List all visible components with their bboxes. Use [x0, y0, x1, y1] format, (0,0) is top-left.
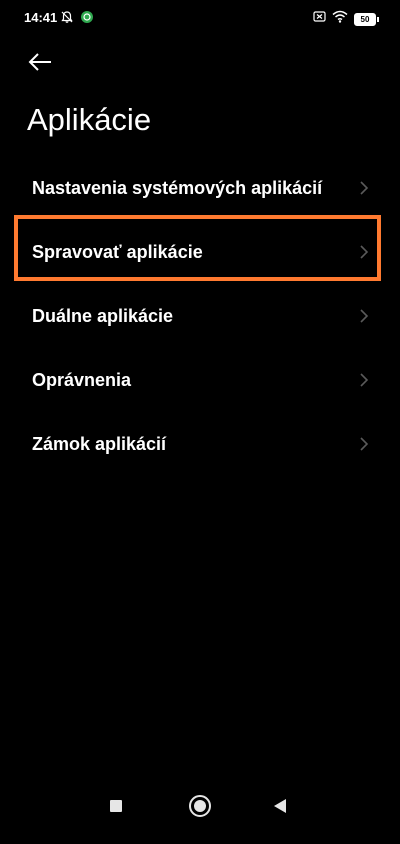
vpn-icon: [80, 10, 94, 29]
status-bar: 14:41 50: [0, 0, 400, 36]
chevron-right-icon: [358, 308, 370, 324]
chevron-right-icon: [358, 372, 370, 388]
back-button[interactable]: [28, 48, 60, 80]
status-time: 14:41: [24, 10, 58, 25]
menu-item-system-app-settings[interactable]: Nastavenia systémových aplikácií: [0, 156, 400, 220]
menu-item-label: Spravovať aplikácie: [32, 241, 203, 262]
nav-back-button[interactable]: [274, 799, 286, 813]
navigation-bar: [0, 788, 400, 844]
menu-item-dual-apps[interactable]: Duálne aplikácie: [0, 284, 400, 348]
menu-item-label: Oprávnenia: [32, 369, 132, 390]
chevron-right-icon: [358, 436, 370, 452]
page-title: Aplikácie: [27, 102, 152, 137]
menu-item-app-lock[interactable]: Zámok aplikácií: [0, 412, 400, 476]
menu-item-label: Duálne aplikácie: [32, 305, 174, 326]
bell-off-icon: [60, 10, 74, 29]
recents-button[interactable]: [110, 800, 122, 812]
sim-off-icon: [313, 10, 326, 28]
menu-item-label: Zámok aplikácií: [32, 433, 167, 454]
status-right-icons: 50: [313, 10, 379, 28]
chevron-right-icon: [358, 244, 370, 260]
menu-list: Nastavenia systémových aplikácií Spravov…: [0, 156, 400, 476]
battery-icon: 50: [354, 12, 379, 26]
menu-item-permissions[interactable]: Oprávnenia: [0, 348, 400, 412]
wifi-icon: [332, 10, 348, 28]
status-left-icons: [60, 10, 94, 29]
menu-item-label: Nastavenia systémových aplikácií: [32, 177, 323, 198]
home-button[interactable]: [189, 795, 211, 817]
menu-item-manage-apps[interactable]: Spravovať aplikácie: [0, 220, 400, 284]
chevron-right-icon: [358, 180, 370, 196]
arrow-left-icon: [28, 52, 52, 77]
